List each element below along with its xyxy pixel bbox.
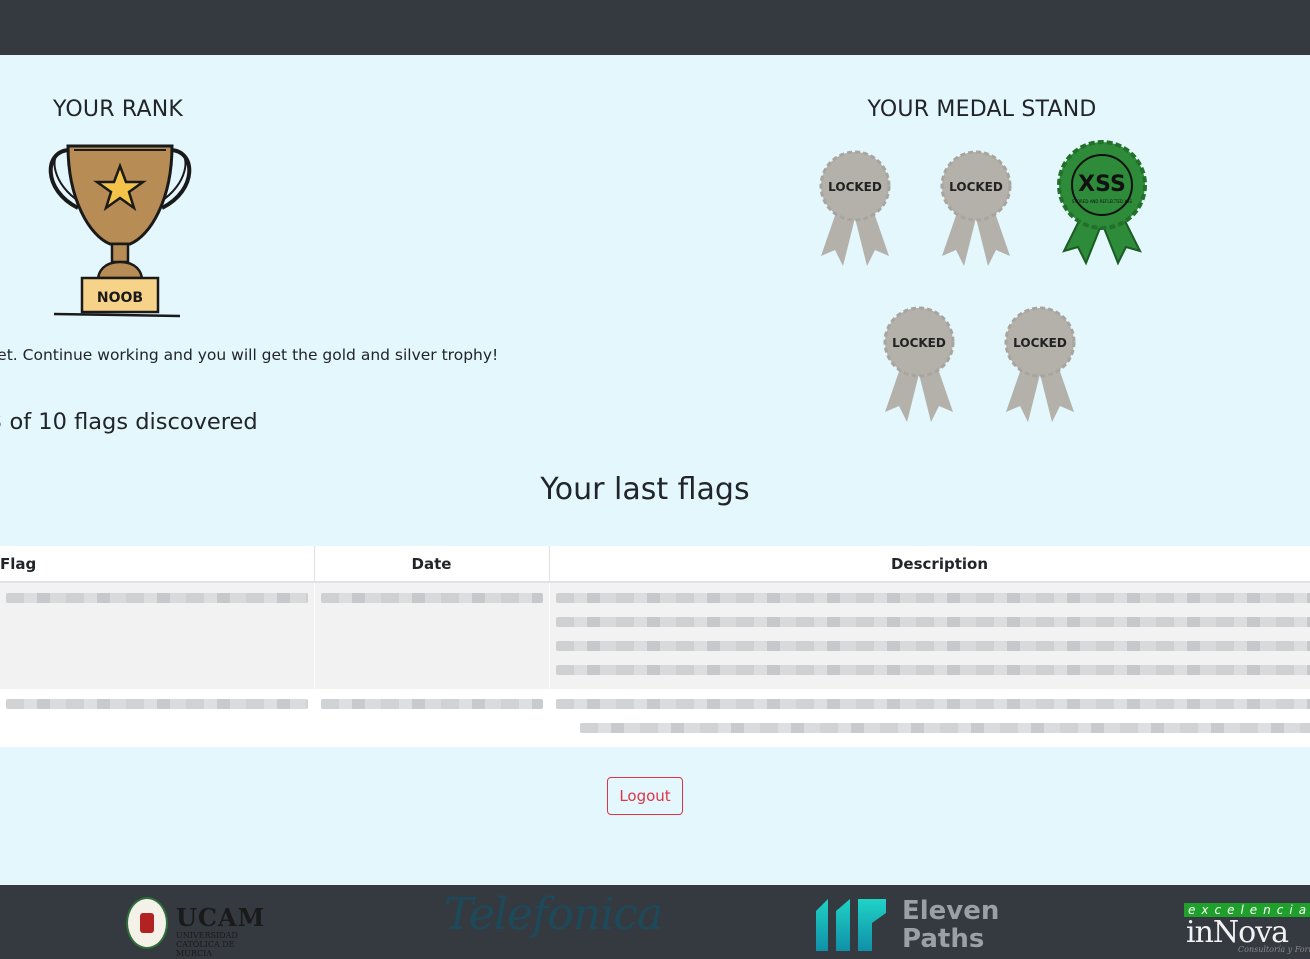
elevenpaths-logo: Eleven Paths — [816, 897, 999, 953]
elevenpaths-line2: Paths — [902, 924, 985, 954]
innova-logo: excelencia inNova Consultoría y Formació… — [1176, 895, 1310, 955]
medal-stand-title: YOUR MEDAL STAND — [867, 97, 1097, 122]
trophy-icon: NOOB — [48, 144, 192, 318]
locked-label: LOCKED — [828, 180, 882, 194]
xss-medal-icon: XSS STORED AND REFLECTED XSS — [1057, 140, 1147, 266]
description-cell-redacted — [549, 689, 1310, 747]
ucam-subtitle: UNIVERSIDAD CATÓLICA DE MURCIA — [176, 931, 238, 958]
flags-count: 3 of 10 flags discovered — [0, 409, 258, 435]
xss-sublabel: STORED AND REFLECTED XSS — [1072, 199, 1133, 204]
rank-title: YOUR RANK — [52, 97, 184, 122]
locked-medal-icon: LOCKED — [940, 150, 1012, 266]
flag-cell-redacted — [0, 689, 315, 747]
locked-label: LOCKED — [949, 180, 1003, 194]
locked-medal-icon: LOCKED — [819, 150, 891, 266]
description-cell-redacted — [549, 582, 1310, 689]
xss-label: XSS — [1078, 172, 1126, 197]
elevenpaths-line1: Eleven — [902, 896, 1000, 926]
last-flags-title: Your last flags — [540, 472, 750, 507]
main-content: YOUR RANK NOOB yet. Continue working and… — [0, 55, 1310, 885]
header-flag: Flag — [0, 546, 315, 583]
innova-sub-text: Consultoría y Formación — [1238, 945, 1310, 954]
flag-cell-redacted — [0, 582, 315, 689]
locked-medal-icon: LOCKED — [883, 306, 955, 422]
header-date: Date — [314, 546, 550, 583]
locked-medal-icon: LOCKED — [1004, 306, 1076, 422]
header-description: Description — [549, 546, 1310, 583]
table-row — [0, 582, 1310, 689]
date-cell-redacted — [314, 689, 550, 747]
table-row — [0, 689, 1310, 747]
locked-label: LOCKED — [1013, 336, 1067, 350]
elevenpaths-text: Eleven Paths — [902, 897, 999, 953]
logout-button[interactable]: Logout — [607, 777, 683, 815]
footer: UCAM UNIVERSIDAD CATÓLICA DE MURCIA Tele… — [0, 885, 1310, 959]
top-navbar — [0, 0, 1310, 55]
ucam-logo: UCAM UNIVERSIDAD CATÓLICA DE MURCIA — [126, 897, 264, 958]
telefonica-logo: Telefonica — [444, 889, 663, 940]
flags-table: Flag Date Description — [0, 546, 1310, 747]
trophy-label: NOOB — [97, 290, 143, 306]
ucam-name: UCAM — [176, 903, 266, 932]
rank-message: yet. Continue working and you will get t… — [0, 346, 499, 364]
ucam-seal-icon — [126, 897, 168, 949]
locked-label: LOCKED — [892, 336, 946, 350]
date-cell-redacted — [314, 582, 550, 689]
elevenpaths-mark-icon — [816, 899, 886, 951]
